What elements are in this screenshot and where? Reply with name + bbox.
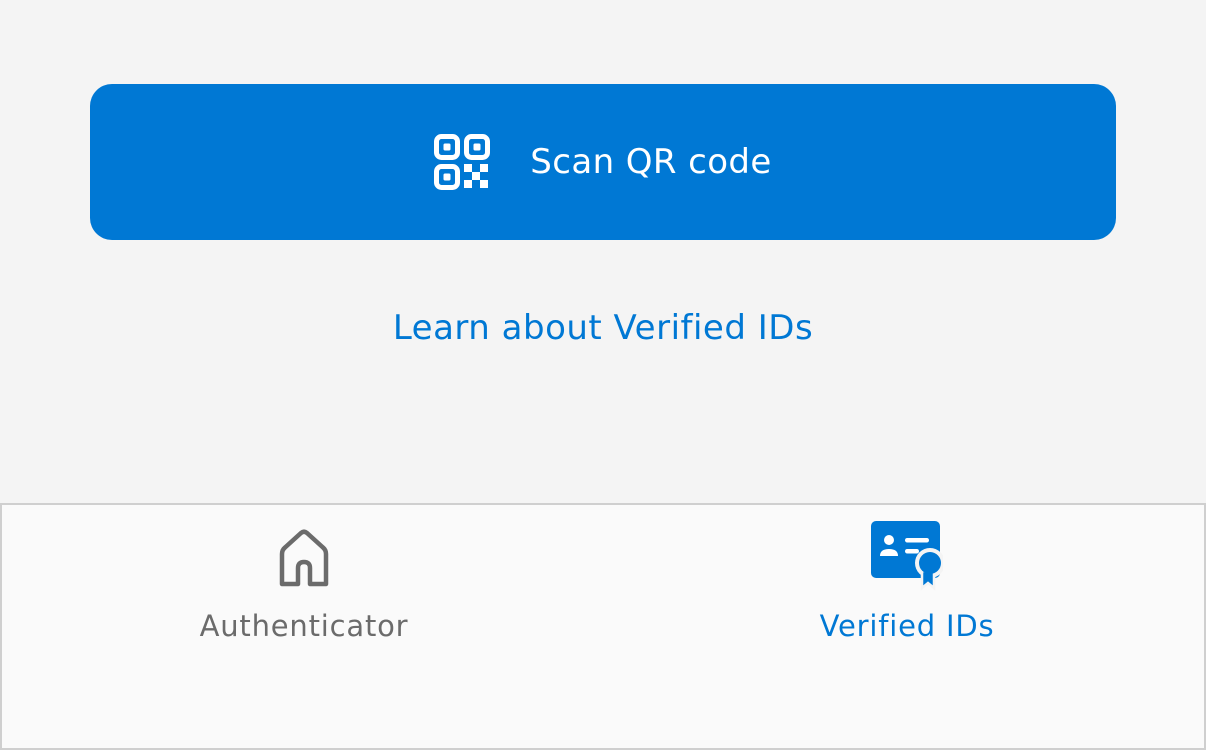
tab-authenticator-label: Authenticator — [199, 609, 409, 643]
verified-id-card-icon — [871, 521, 943, 593]
main-content: Scan QR code Learn about Verified IDs — [0, 0, 1206, 503]
home-icon — [268, 521, 340, 593]
learn-about-verified-ids-link[interactable]: Learn about Verified IDs — [0, 308, 1206, 348]
scan-qr-code-label: Scan QR code — [530, 142, 772, 182]
tab-authenticator[interactable]: Authenticator — [124, 521, 484, 661]
bottom-tab-bar: Authenticator Verified IDs — [0, 503, 1206, 750]
qr-code-icon — [434, 134, 491, 190]
tab-verified-ids-label: Verified IDs — [819, 609, 995, 643]
scan-qr-code-button[interactable]: Scan QR code — [90, 84, 1116, 240]
tab-verified-ids[interactable]: Verified IDs — [727, 521, 1087, 661]
